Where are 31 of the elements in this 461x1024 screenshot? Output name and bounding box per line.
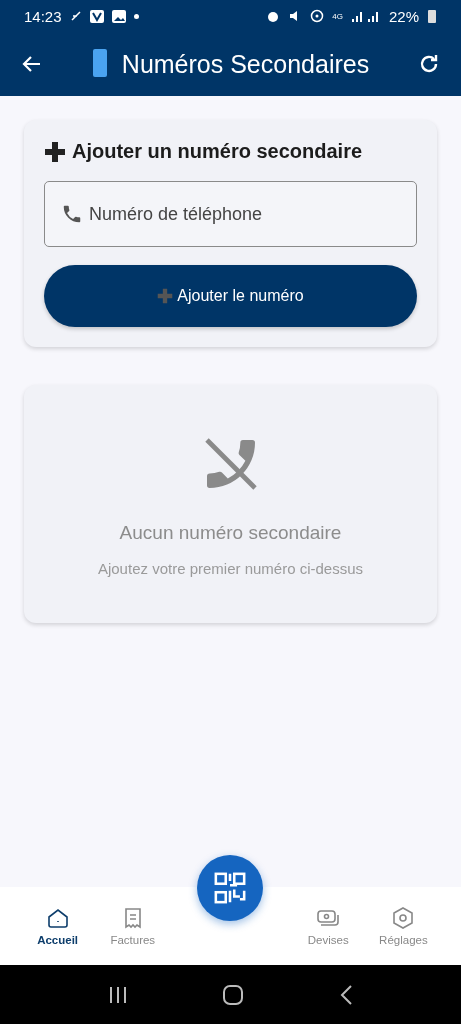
scan-qr-button[interactable] — [197, 855, 263, 921]
settings-icon — [391, 906, 416, 930]
app-title: Numéros Secondaires — [58, 49, 403, 79]
battery-percent: 22% — [388, 7, 419, 25]
home-icon — [45, 906, 70, 930]
home-button-icon[interactable] — [223, 984, 244, 1005]
signal-icon — [350, 10, 381, 22]
battery-icon — [427, 9, 437, 23]
nav-tab[interactable]: Réglages — [365, 887, 441, 965]
recents-icon[interactable] — [107, 985, 128, 1004]
network-type: 4G — [332, 11, 343, 21]
add-number-button[interactable]: Ajouter le numéro — [44, 265, 417, 327]
nav-tab[interactable]: Factures — [95, 887, 171, 965]
image-icon — [111, 9, 126, 23]
nav-tab[interactable]: Accueil — [20, 887, 96, 965]
phone-icon — [61, 203, 83, 225]
phone-icon — [91, 49, 108, 77]
dot-icon — [133, 13, 139, 19]
empty-subtitle: Ajoutez votre premier numéro ci-dessus — [97, 559, 364, 577]
app-notification-icon — [89, 9, 104, 23]
back-nav-icon[interactable] — [339, 984, 354, 1005]
plus-icon — [157, 288, 174, 304]
status-time: 14:23 — [24, 7, 62, 25]
phone-number-input[interactable]: Numéro de téléphone — [87, 202, 400, 226]
card-title: Ajouter un numéro secondaire — [72, 140, 363, 163]
nav-tab[interactable]: Devises — [290, 887, 366, 965]
qr-code-icon — [213, 871, 247, 905]
phone-input-field[interactable]: Numéro de téléphone — [44, 181, 417, 247]
hotspot-icon — [310, 9, 325, 23]
plus-icon — [44, 140, 66, 163]
empty-title: Aucun numéro secondaire — [119, 521, 342, 544]
